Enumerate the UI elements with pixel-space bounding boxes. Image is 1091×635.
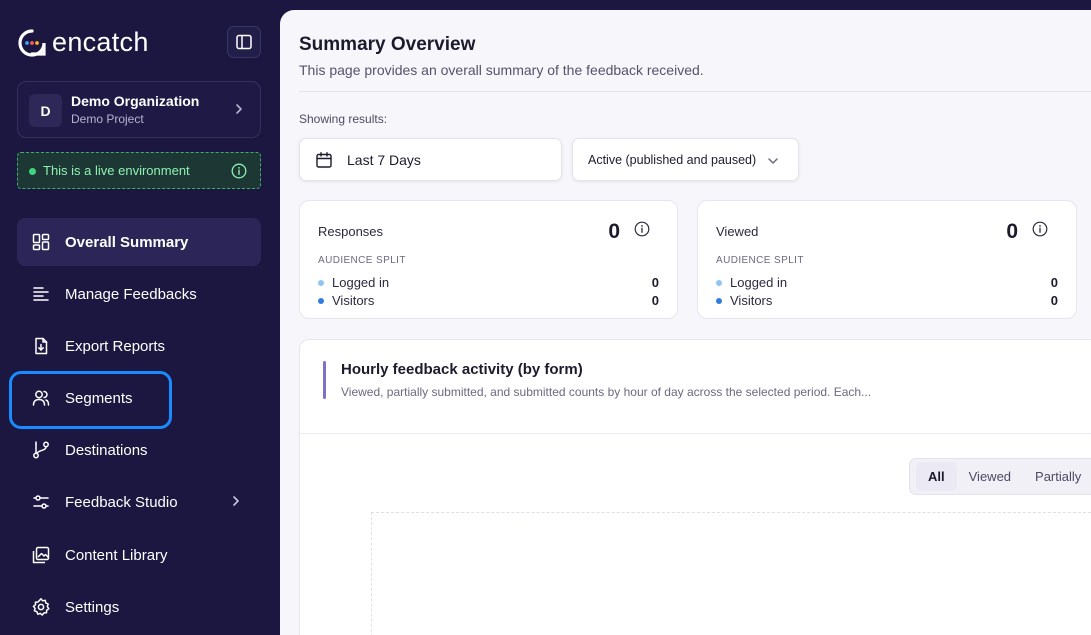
org-avatar: D (29, 94, 62, 127)
sidebar-item-manage-feedbacks[interactable]: Manage Feedbacks (17, 270, 261, 318)
split-row-value: 0 (1050, 293, 1058, 308)
sidebar-item-label: Settings (65, 598, 120, 616)
split-row-value: 0 (651, 293, 659, 308)
split-row-value: 0 (651, 275, 659, 290)
org-name: Demo Organization (71, 93, 200, 109)
info-icon[interactable] (1032, 221, 1048, 237)
org-switcher[interactable]: D Demo Organization Demo Project (17, 81, 261, 138)
hourly-activity-card: Hourly feedback activity (by form) Viewe… (299, 339, 1091, 635)
branch-icon (30, 439, 52, 461)
list-icon (30, 283, 52, 305)
sidebar-item-export-reports[interactable]: Export Reports (17, 322, 261, 370)
split-row-label: Logged in (730, 275, 788, 290)
split-row-label: Visitors (730, 293, 773, 308)
visitors-dot (716, 297, 722, 304)
split-row-label: Visitors (332, 293, 375, 308)
logged-in-dot (318, 279, 324, 286)
panel-left-icon (236, 34, 252, 50)
sidebar-item-destinations[interactable]: Destinations (17, 426, 261, 474)
calendar-icon (316, 151, 332, 168)
activity-subtitle: Viewed, partially submitted, and submitt… (341, 385, 872, 399)
sidebar-item-label: Export Reports (65, 337, 166, 355)
viewed-card: Viewed 0 AUDIENCE SPLIT Logged in 0 Visi… (697, 200, 1077, 319)
status-filter-select[interactable]: Active (published and paused) (572, 138, 799, 181)
sidebar-toggle-button[interactable] (227, 26, 261, 58)
split-row-logged-in: Logged in 0 (318, 275, 659, 290)
sidebar: encatch D Demo Organization Demo Project… (0, 0, 280, 635)
audience-split-label: AUDIENCE SPLIT (716, 255, 804, 266)
brand-name: encatch (52, 27, 149, 57)
accent-bar (323, 361, 326, 399)
dashboard-icon (30, 231, 52, 253)
date-range-value: Last 7 Days (347, 151, 421, 168)
sidebar-item-label: Feedback Studio (65, 493, 178, 511)
sidebar-item-settings[interactable]: Settings (17, 583, 261, 631)
chevron-down-icon (768, 158, 778, 164)
visitors-dot (318, 297, 324, 304)
card-title: Viewed (716, 224, 759, 239)
logged-in-dot (716, 279, 722, 286)
live-environment-text: This is a live environment (43, 163, 190, 178)
sidebar-item-content-library[interactable]: Content Library (17, 531, 261, 579)
card-title: Responses (318, 224, 384, 239)
sidebar-item-label: Overall Summary (65, 233, 189, 251)
brand-logo[interactable]: encatch (17, 27, 149, 58)
audience-split-label: AUDIENCE SPLIT (318, 255, 406, 266)
tab-viewed[interactable]: Viewed (957, 462, 1023, 491)
chevron-right-icon (233, 496, 239, 506)
activity-filter-tabs: All Viewed Partially (909, 458, 1091, 495)
date-range-picker[interactable]: Last 7 Days (299, 138, 562, 181)
card-value: 0 (1006, 220, 1018, 243)
sidebar-item-label: Destinations (65, 441, 148, 459)
sliders-icon (30, 491, 52, 513)
info-icon[interactable] (634, 221, 650, 237)
encatch-logo-icon (17, 28, 47, 58)
status-filter-value: Active (published and paused) (588, 152, 757, 167)
sidebar-item-overall-summary[interactable]: Overall Summary (17, 218, 261, 266)
divider (299, 91, 1091, 92)
tab-partially[interactable]: Partially (1023, 462, 1091, 491)
live-status-dot (29, 168, 36, 175)
activity-chart-area (371, 512, 1091, 635)
sidebar-item-label: Manage Feedbacks (65, 285, 197, 303)
info-icon[interactable] (231, 163, 247, 179)
activity-title: Hourly feedback activity (by form) (341, 361, 583, 378)
sidebar-item-feedback-studio[interactable]: Feedback Studio (17, 478, 261, 526)
responses-card: Responses 0 AUDIENCE SPLIT Logged in 0 V… (299, 200, 678, 319)
sidebar-item-label: Content Library (65, 546, 168, 564)
page-title: Summary Overview (299, 34, 476, 55)
project-name: Demo Project (71, 112, 144, 126)
showing-results-label: Showing results: (299, 112, 388, 126)
split-row-visitors: Visitors 0 (318, 293, 659, 308)
card-value: 0 (608, 220, 620, 243)
segments-highlight-outline (9, 371, 172, 429)
gear-icon (30, 596, 52, 618)
split-row-logged-in: Logged in 0 (716, 275, 1058, 290)
divider (300, 433, 1091, 434)
chevron-right-icon (236, 104, 242, 114)
main-content: Summary Overview This page provides an o… (280, 10, 1091, 635)
file-download-icon (30, 335, 52, 357)
page-subtitle: This page provides an overall summary of… (299, 62, 704, 78)
split-row-visitors: Visitors 0 (716, 293, 1058, 308)
live-environment-banner: This is a live environment (17, 152, 261, 189)
split-row-value: 0 (1050, 275, 1058, 290)
split-row-label: Logged in (332, 275, 390, 290)
tab-all[interactable]: All (916, 462, 957, 491)
image-gallery-icon (30, 544, 52, 566)
